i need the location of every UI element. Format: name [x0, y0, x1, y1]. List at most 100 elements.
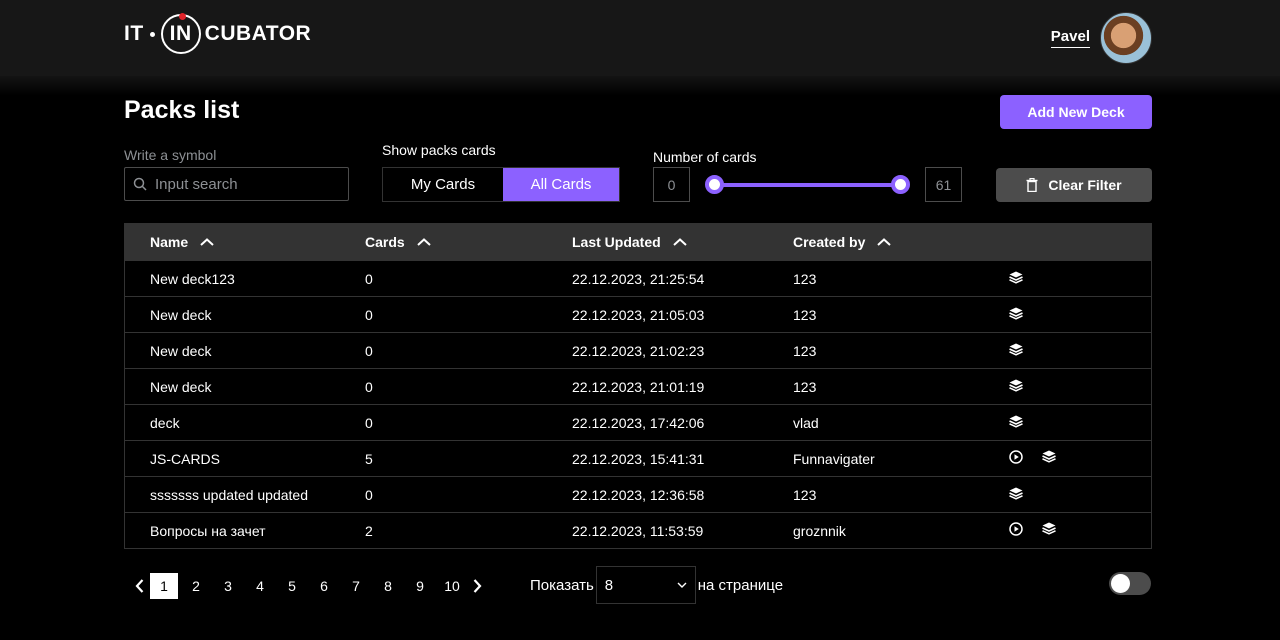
- show-packs-label: Show packs cards: [382, 142, 496, 158]
- cards-count-cell: 0: [365, 378, 373, 395]
- deck-name-cell[interactable]: deck: [150, 415, 180, 431]
- layers-icon[interactable]: [1042, 522, 1056, 539]
- column-cards[interactable]: Cards: [365, 234, 431, 250]
- layers-icon[interactable]: [1009, 271, 1023, 287]
- table-header: Name Cards Last Updated Created by: [125, 224, 1151, 260]
- deck-name-cell[interactable]: sssssss updated updated: [150, 487, 308, 503]
- prev-page-button[interactable]: [130, 573, 148, 599]
- column-created-by[interactable]: Created by: [793, 234, 892, 250]
- page-number[interactable]: 7: [340, 573, 372, 599]
- table-row[interactable]: deck 0 22.12.2023, 17:42:06 vlad: [125, 404, 1151, 440]
- deck-name-cell[interactable]: New deck: [150, 307, 211, 323]
- created-by-cell: groznnik: [793, 522, 846, 539]
- clear-filter-button[interactable]: Clear Filter: [996, 168, 1152, 202]
- tab-my-cards[interactable]: My Cards: [383, 168, 503, 201]
- user-name[interactable]: Pavel: [1050, 28, 1090, 48]
- column-last-updated-label: Last Updated: [572, 234, 661, 250]
- layers-icon[interactable]: [1042, 450, 1056, 467]
- logo-text-in: IN: [169, 22, 192, 45]
- chevron-up-icon: [200, 238, 214, 246]
- page-number[interactable]: 8: [372, 573, 404, 599]
- last-updated-cell: 22.12.2023, 15:41:31: [572, 450, 705, 467]
- add-new-deck-button[interactable]: Add New Deck: [1000, 95, 1152, 129]
- logo-dot: [149, 31, 155, 37]
- min-cards-value: 0: [653, 167, 690, 202]
- layers-icon[interactable]: [1009, 487, 1023, 503]
- next-page-button[interactable]: [468, 573, 486, 599]
- chevron-left-icon: [135, 579, 143, 593]
- slider-max-handle[interactable]: [891, 175, 910, 194]
- search-field[interactable]: [124, 167, 349, 201]
- page-title: Packs list: [124, 96, 240, 124]
- cards-count-cell: 0: [365, 270, 373, 287]
- user-menu[interactable]: Pavel: [1050, 12, 1152, 64]
- created-by-cell: 123: [793, 378, 817, 395]
- layers-icon[interactable]: [1009, 307, 1023, 323]
- last-updated-cell: 22.12.2023, 21:05:03: [572, 306, 705, 323]
- table-row[interactable]: Вопросы на зачет 2 22.12.2023, 11:53:59 gro…: [125, 512, 1151, 548]
- cards-count-cell: 2: [365, 522, 373, 539]
- cards-count-cell: 0: [365, 414, 373, 431]
- page-number[interactable]: 3: [212, 573, 244, 599]
- deck-name-cell[interactable]: New deck: [150, 343, 211, 359]
- table-row[interactable]: New deck 0 22.12.2023, 21:02:23 123: [125, 332, 1151, 368]
- layers-icon[interactable]: [1009, 343, 1023, 359]
- cards-count-cell: 0: [365, 306, 373, 323]
- column-name-label: Name: [150, 234, 189, 250]
- tab-all-cards[interactable]: All Cards: [503, 168, 619, 201]
- last-updated-cell: 22.12.2023, 17:42:06: [572, 414, 705, 431]
- table-row[interactable]: New deck123 0 22.12.2023, 21:25:54 123: [125, 260, 1151, 296]
- created-by-cell: Funnavigater: [793, 450, 875, 467]
- created-by-cell: 123: [793, 342, 817, 359]
- deck-name-cell[interactable]: Вопросы на зачет: [150, 523, 266, 539]
- play-icon[interactable]: [1009, 522, 1023, 539]
- logo[interactable]: IT IN CUBATOR: [124, 12, 311, 56]
- last-updated-cell: 22.12.2023, 21:25:54: [572, 270, 705, 287]
- cards-toggle-group: My Cards All Cards: [382, 167, 620, 202]
- table-row[interactable]: JS-CARDS 5 22.12.2023, 15:41:31 Funnavigate…: [125, 440, 1151, 476]
- logo-red-dot: [178, 13, 186, 20]
- toggle-knob: [1111, 574, 1130, 593]
- search-input[interactable]: [155, 175, 335, 193]
- created-by-cell: 123: [793, 306, 817, 323]
- page-size-select[interactable]: 8: [595, 566, 696, 604]
- page-number[interactable]: 6: [308, 573, 340, 599]
- page-number[interactable]: 1: [150, 573, 178, 599]
- page-number[interactable]: 2: [180, 573, 212, 599]
- table-row[interactable]: sssssss updated updated 0 22.12.2023, 12:3…: [125, 476, 1151, 512]
- cards-count-cell: 0: [365, 486, 373, 503]
- row-actions: [1009, 415, 1023, 431]
- header-shadow: [0, 76, 1280, 96]
- page-number[interactable]: 10: [436, 573, 468, 599]
- chevron-up-icon: [417, 238, 431, 246]
- cards-range-slider[interactable]: [714, 183, 902, 187]
- page-number[interactable]: 4: [244, 573, 276, 599]
- layers-icon[interactable]: [1009, 379, 1023, 395]
- created-by-cell: 123: [793, 270, 817, 287]
- search-icon: [133, 177, 147, 191]
- slider-min-handle[interactable]: [705, 175, 724, 194]
- column-last-updated[interactable]: Last Updated: [572, 234, 687, 250]
- cards-count-cell: 0: [365, 342, 373, 359]
- deck-name-cell[interactable]: JS-CARDS: [150, 451, 220, 467]
- last-updated-cell: 22.12.2023, 21:02:23: [572, 342, 705, 359]
- row-actions: [1009, 379, 1023, 395]
- logo-text-cubator: CUBATOR: [204, 22, 312, 45]
- last-updated-cell: 22.12.2023, 11:53:59: [572, 522, 704, 539]
- table-row[interactable]: New deck 0 22.12.2023, 21:01:19 123: [125, 368, 1151, 404]
- chevron-up-icon: [877, 238, 892, 246]
- table-body: New deck123 0 22.12.2023, 21:25:54 123 New d…: [125, 260, 1151, 548]
- avatar[interactable]: [1100, 12, 1152, 64]
- deck-name-cell[interactable]: New deck123: [150, 271, 235, 287]
- page-number[interactable]: 5: [276, 573, 308, 599]
- page-number[interactable]: 9: [404, 573, 436, 599]
- theme-toggle[interactable]: [1109, 572, 1151, 595]
- deck-name-cell[interactable]: New deck: [150, 379, 211, 395]
- row-actions: [1009, 307, 1023, 323]
- layers-icon[interactable]: [1009, 415, 1023, 431]
- table-row[interactable]: New deck 0 22.12.2023, 21:05:03 123: [125, 296, 1151, 332]
- last-updated-cell: 22.12.2023, 12:36:58: [572, 486, 705, 503]
- column-name[interactable]: Name: [150, 234, 214, 250]
- play-icon[interactable]: [1009, 450, 1023, 467]
- max-cards-value: 61: [925, 167, 962, 202]
